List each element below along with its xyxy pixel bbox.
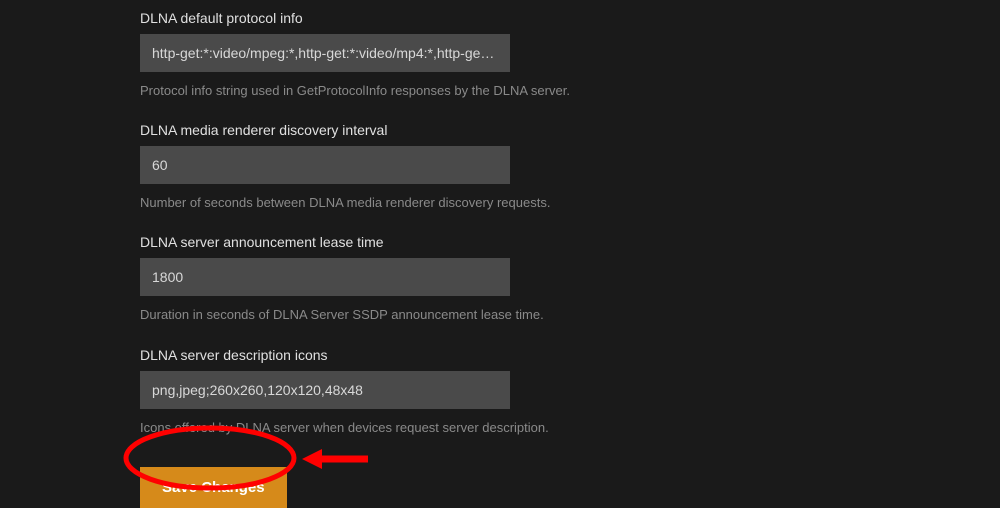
field-protocol-info: DLNA default protocol info Protocol info… bbox=[140, 10, 1000, 100]
save-button[interactable]: Save Changes bbox=[140, 467, 287, 508]
protocol-info-label: DLNA default protocol info bbox=[140, 10, 1000, 26]
protocol-info-input[interactable] bbox=[140, 34, 510, 72]
lease-time-input[interactable] bbox=[140, 258, 510, 296]
lease-time-help: Duration in seconds of DLNA Server SSDP … bbox=[140, 306, 1000, 324]
discovery-interval-help: Number of seconds between DLNA media ren… bbox=[140, 194, 1000, 212]
discovery-interval-label: DLNA media renderer discovery interval bbox=[140, 122, 1000, 138]
field-description-icons: DLNA server description icons Icons offe… bbox=[140, 347, 1000, 437]
protocol-info-help: Protocol info string used in GetProtocol… bbox=[140, 82, 1000, 100]
lease-time-label: DLNA server announcement lease time bbox=[140, 234, 1000, 250]
settings-form: DLNA default protocol info Protocol info… bbox=[0, 0, 1000, 508]
description-icons-label: DLNA server description icons bbox=[140, 347, 1000, 363]
description-icons-input[interactable] bbox=[140, 371, 510, 409]
description-icons-help: Icons offered by DLNA server when device… bbox=[140, 419, 1000, 437]
discovery-interval-input[interactable] bbox=[140, 146, 510, 184]
field-discovery-interval: DLNA media renderer discovery interval N… bbox=[140, 122, 1000, 212]
field-lease-time: DLNA server announcement lease time Dura… bbox=[140, 234, 1000, 324]
